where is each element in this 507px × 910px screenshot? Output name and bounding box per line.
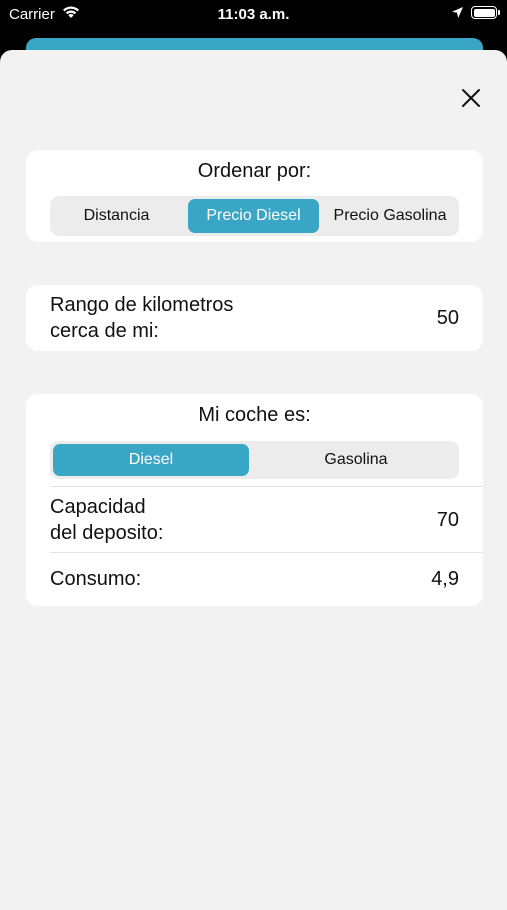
sort-title: Ordenar por: [197, 160, 312, 182]
car-title: Mi coche es: [198, 404, 311, 426]
sort-option-diesel-price[interactable]: Precio Diesel [188, 199, 319, 233]
range-value[interactable]: 50 [437, 307, 459, 330]
capacity-value[interactable]: 70 [437, 509, 459, 532]
fuel-option-gasoline[interactable]: Gasolina [256, 444, 456, 476]
fuel-option-diesel[interactable]: Diesel [53, 444, 249, 476]
close-button[interactable] [456, 83, 486, 113]
clock: 11:03 a.m. [217, 6, 290, 23]
range-label: Rango de kilometros cerca de mi: [50, 292, 233, 344]
range-label-line2: cerca de mi: [50, 320, 159, 342]
range-card[interactable]: Rango de kilometros cerca de mi: 50 [26, 285, 483, 351]
range-label-line1: Rango de kilometros [50, 294, 234, 316]
sort-option-gasoline-price[interactable]: Precio Gasolina [324, 199, 456, 233]
status-bar: Carrier 11:03 a.m. [0, 0, 507, 30]
divider [50, 552, 483, 553]
sort-option-distance[interactable]: Distancia [54, 199, 179, 233]
divider [50, 486, 483, 487]
fuel-type-segmented-control: Diesel Gasolina [50, 441, 459, 479]
battery-icon [471, 6, 500, 19]
capacity-label-line2: del deposito: [50, 522, 164, 544]
consumption-value[interactable]: 4,9 [431, 568, 459, 591]
capacity-label-line1: Capacidad [50, 496, 146, 518]
capacity-label: Capacidad del deposito: [50, 494, 163, 546]
sort-card: Ordenar por: Distancia Precio Diesel Pre… [26, 150, 483, 242]
close-icon [462, 89, 480, 107]
consumption-label: Consumo: [50, 568, 142, 590]
car-card: Mi coche es: Diesel Gasolina Capacidad d… [26, 394, 483, 606]
sort-segmented-control: Distancia Precio Diesel Precio Gasolina [50, 196, 459, 236]
location-arrow-icon [451, 6, 464, 24]
settings-sheet: Ordenar por: Distancia Precio Diesel Pre… [0, 50, 507, 910]
